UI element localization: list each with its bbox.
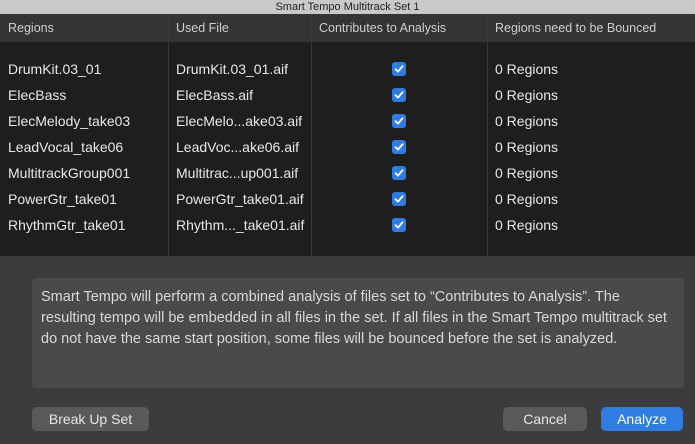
regions-bounced-cell: 0 Regions <box>495 191 559 207</box>
column-header-regions[interactable]: Regions <box>0 14 168 42</box>
used-file-cell: Rhythm..._take01.aif <box>176 217 305 233</box>
region-name-cell: DrumKit.03_01 <box>8 61 102 77</box>
column-header-used-file[interactable]: Used File <box>168 14 311 42</box>
info-message: Smart Tempo will perform a combined anal… <box>32 278 684 388</box>
checkmark-icon <box>394 117 404 125</box>
checkmark-icon <box>394 143 404 151</box>
contributes-checkbox[interactable] <box>392 62 406 76</box>
contributes-checkbox[interactable] <box>392 140 406 154</box>
regions-bounced-cell: 0 Regions <box>495 113 559 129</box>
used-file-cell: PowerGtr_take01.aif <box>176 191 304 207</box>
regions-bounced-cell: 0 Regions <box>495 61 559 77</box>
cancel-button[interactable]: Cancel <box>503 407 587 431</box>
region-name-cell: MultitrackGroup001 <box>8 165 131 181</box>
regions-bounced-cell: 0 Regions <box>495 217 559 233</box>
used-file-cell: DrumKit.03_01.aif <box>176 61 289 77</box>
regions-bounced-cell: 0 Regions <box>495 165 559 181</box>
contributes-checkbox[interactable] <box>392 218 406 232</box>
regions-bounced-cell: 0 Regions <box>495 139 559 155</box>
used-file-cell: LeadVoc...ake06.aif <box>176 139 299 155</box>
table-row[interactable]: ElecBass ElecBass.aif 0 Regions <box>0 82 695 108</box>
table-row[interactable]: DrumKit.03_01 DrumKit.03_01.aif 0 Regions <box>0 56 695 82</box>
checkmark-icon <box>394 195 404 203</box>
region-name-cell: ElecBass <box>8 87 67 103</box>
contributes-checkbox[interactable] <box>392 166 406 180</box>
regions-table: Regions Used File Contributes to Analysi… <box>0 14 695 256</box>
checkmark-icon <box>394 169 404 177</box>
checkmark-icon <box>394 91 404 99</box>
checkmark-icon <box>394 65 404 73</box>
region-name-cell: LeadVocal_take06 <box>8 139 124 155</box>
analyze-button[interactable]: Analyze <box>601 407 683 431</box>
used-file-cell: ElecMelo...ake03.aif <box>176 113 303 129</box>
column-divider <box>168 14 169 256</box>
table-row[interactable]: PowerGtr_take01 PowerGtr_take01.aif 0 Regi… <box>0 186 695 212</box>
region-name-cell: PowerGtr_take01 <box>8 191 117 207</box>
table-row[interactable]: LeadVocal_take06 LeadVoc...ake06.aif 0 Reg… <box>0 134 695 160</box>
contributes-checkbox[interactable] <box>392 88 406 102</box>
table-row[interactable]: MultitrackGroup001 Multitrac...up001.aif 0… <box>0 160 695 186</box>
column-divider <box>487 14 488 256</box>
contributes-checkbox[interactable] <box>392 192 406 206</box>
table-header: Regions Used File Contributes to Analysi… <box>0 14 695 56</box>
break-up-set-button[interactable]: Break Up Set <box>32 407 149 431</box>
table-row[interactable]: RhythmGtr_take01 Rhythm..._take01.aif 0 Re… <box>0 212 695 238</box>
table-row[interactable]: ElecMelody_take03 ElecMelo...ake03.aif 0 R… <box>0 108 695 134</box>
regions-bounced-cell: 0 Regions <box>495 87 559 103</box>
used-file-cell: Multitrac...up001.aif <box>176 165 299 181</box>
region-name-cell: ElecMelody_take03 <box>8 113 131 129</box>
column-header-contributes[interactable]: Contributes to Analysis <box>311 14 487 42</box>
window-title: Smart Tempo Multitrack Set 1 <box>0 0 695 14</box>
checkmark-icon <box>394 221 404 229</box>
smart-tempo-dialog: Smart Tempo Multitrack Set 1 Regions Use… <box>0 0 695 444</box>
used-file-cell: ElecBass.aif <box>176 87 254 103</box>
region-name-cell: RhythmGtr_take01 <box>8 217 126 233</box>
column-divider <box>311 14 312 256</box>
contributes-checkbox[interactable] <box>392 114 406 128</box>
column-header-bounced[interactable]: Regions need to be Bounced <box>487 14 695 42</box>
